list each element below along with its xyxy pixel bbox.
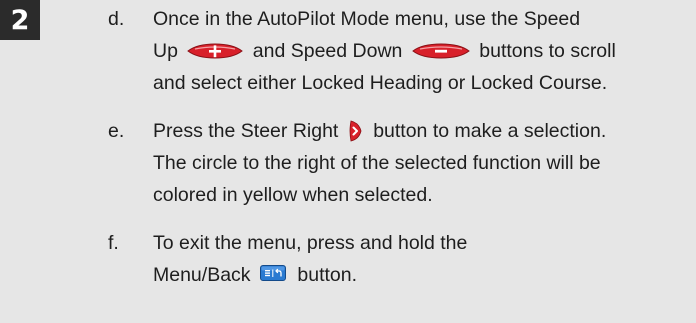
manual-page: 2 d. Once in the AutoPilot Mode menu, us… (0, 0, 696, 323)
instruction-text: To exit the menu, press and hold the (153, 232, 468, 254)
steer-right-button-icon (348, 120, 362, 142)
menu-back-button-icon (259, 264, 286, 281)
step-number-badge: 2 (0, 0, 40, 40)
instruction-text: Up (153, 40, 178, 62)
instruction-line: Up and Speed Down buttons to scroll (153, 35, 696, 67)
instruction-text: and select either Locked Heading or Lock… (153, 72, 608, 94)
instruction-text: and Speed Down (252, 40, 403, 62)
instruction-line: To exit the menu, press and hold the (153, 227, 696, 259)
item-letter: d. (108, 8, 125, 30)
instruction-line: Press the Steer Right button to make a s… (153, 115, 696, 147)
instruction-text: colored in yellow when selected. (153, 184, 433, 206)
instruction-text: Once in the AutoPilot Mode menu, use the… (153, 8, 581, 30)
instruction-line: colored in yellow when selected. (153, 179, 696, 211)
instruction-text: Press the Steer Right (153, 120, 339, 142)
speed-up-button-icon (187, 43, 244, 59)
item-letter: e. (108, 120, 125, 142)
instruction-text: buttons to scroll (479, 40, 616, 62)
instruction-text: button. (297, 264, 358, 286)
instruction-line: Menu/Back button. (153, 259, 696, 291)
item-letter: f. (108, 232, 119, 254)
instruction-item-e: e. Press the Steer Right button to make … (108, 115, 696, 211)
instruction-line: and select either Locked Heading or Lock… (153, 67, 696, 99)
instruction-text: The circle to the right of the selected … (153, 152, 601, 174)
instruction-line: Once in the AutoPilot Mode menu, use the… (153, 3, 696, 35)
instruction-text: button to make a selection. (373, 120, 607, 142)
instruction-item-d: d. Once in the AutoPilot Mode menu, use … (108, 3, 696, 99)
instruction-text: Menu/Back (153, 264, 251, 286)
speed-down-button-icon (412, 43, 470, 59)
instruction-line: The circle to the right of the selected … (153, 147, 696, 179)
instruction-item-f: f. To exit the menu, press and hold the … (108, 227, 696, 291)
